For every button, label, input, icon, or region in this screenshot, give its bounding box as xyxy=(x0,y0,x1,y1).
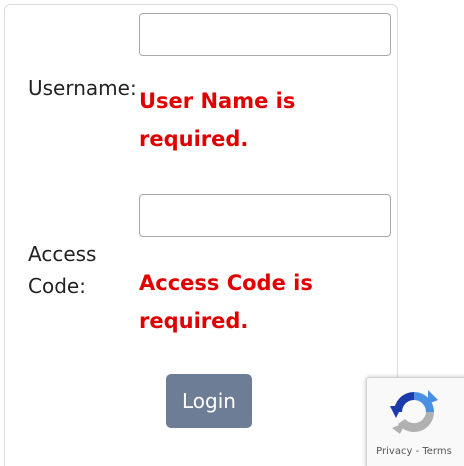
access-code-error-line1: Access Code is xyxy=(139,271,313,295)
username-input[interactable] xyxy=(139,13,391,56)
username-error-line2: required. xyxy=(139,127,249,151)
access-code-error-line2: required. xyxy=(139,309,249,333)
recaptcha-badge[interactable]: Privacy - Terms xyxy=(366,377,464,466)
page: Username: User Name is required. Access … xyxy=(0,0,464,466)
username-label: Username: xyxy=(28,76,137,100)
username-error-line1: User Name is xyxy=(139,89,296,113)
access-code-label-line1: Access xyxy=(28,242,97,266)
login-button[interactable]: Login xyxy=(166,374,252,428)
access-code-label-line2: Code: xyxy=(28,274,86,298)
access-code-input[interactable] xyxy=(139,194,391,237)
recaptcha-logo-icon xyxy=(390,390,438,434)
recaptcha-links: Privacy - Terms xyxy=(367,446,461,457)
terms-link[interactable]: Terms xyxy=(422,446,451,457)
recaptcha-separator: - xyxy=(412,446,423,457)
privacy-link[interactable]: Privacy xyxy=(376,446,412,457)
